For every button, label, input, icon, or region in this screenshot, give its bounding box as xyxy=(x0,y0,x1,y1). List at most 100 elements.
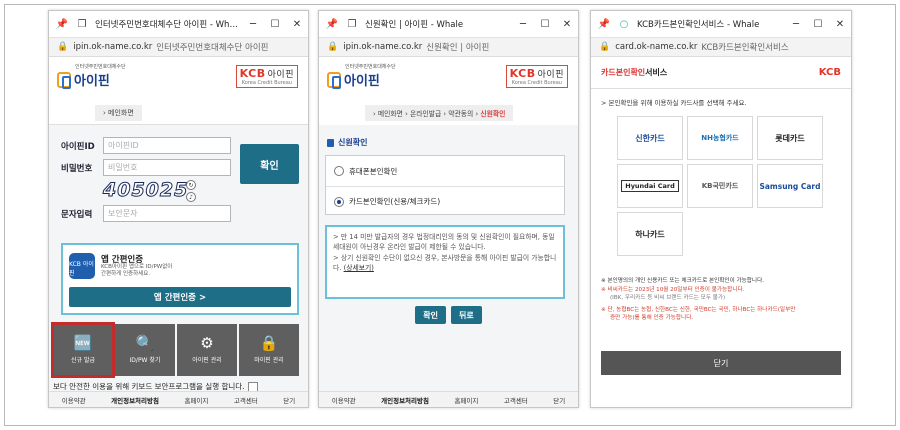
footer-privacy[interactable]: 개인정보처리방침 xyxy=(111,395,159,405)
lock-icon: 🔒 xyxy=(259,334,279,352)
close-button[interactable]: ✕ xyxy=(556,19,578,30)
lock-icon: 🔒 xyxy=(57,42,69,52)
ipin-logo: 아이핀 xyxy=(327,70,396,89)
minimize-button[interactable]: ─ xyxy=(512,19,534,30)
pin-icon[interactable]: 📌 xyxy=(597,17,611,31)
captcha-label: 문자입력 xyxy=(61,209,93,220)
address-bar[interactable]: 🔒 card.ok-name.co.kr KCB카드본인확인서비스 xyxy=(591,37,851,57)
footer-terms[interactable]: 이용약관 xyxy=(332,395,356,405)
card-page-title: 카드본인확인서비스 xyxy=(601,68,668,77)
window-ipin-login: 📌 ❐ 인터넷주민번호대체수단 아이핀 - Whale ─ ☐ ✕ 🔒 ipin… xyxy=(48,10,309,408)
radio-card[interactable] xyxy=(334,196,344,207)
address-bar[interactable]: 🔒 ipin.ok-name.co.kr 신원확인 | 아이핀 xyxy=(319,37,578,57)
kcb-logo: KCB xyxy=(818,67,841,78)
footer-close[interactable]: 닫기 xyxy=(283,395,295,405)
pin-icon[interactable]: 📌 xyxy=(55,17,69,31)
breadcrumb: › 메인화면 › 온라인발급 › 약관동의 › 신원확인 xyxy=(319,101,578,125)
card-close-button[interactable]: 닫기 xyxy=(601,351,841,375)
address-url: card.ok-name.co.kr xyxy=(615,42,698,52)
app-auth-box: KCB 아이핀 앱 간편인증 KCB아이핀 앱으로 ID/PW없이 간편하게 인증… xyxy=(61,243,299,315)
ipin-tagline: 인터넷주민번호대체수단 xyxy=(345,64,396,70)
new-icon: 🆕 xyxy=(73,334,93,352)
maximize-button[interactable]: ☐ xyxy=(807,19,829,30)
footer-links: 이용약관 개인정보처리방침 홈페이지 고객센터 닫기 xyxy=(319,391,578,407)
title-bar: 📌 ❐ 신원확인 | 아이핀 - Whale ─ ☐ ✕ xyxy=(319,11,578,37)
page-content: 인터넷주민번호대체수단 아이핀 KCB 아이핀 Korea Credit Bure… xyxy=(319,57,578,407)
tab-icon: ❐ xyxy=(77,18,87,30)
captcha-refresh-icon[interactable]: ↻ xyxy=(186,180,196,190)
info-box: > 만 14 미만 발급자의 경우 법정대리인의 동의 및 신원확인이 필요하며… xyxy=(325,225,565,299)
footer-privacy[interactable]: 개인정보처리방침 xyxy=(381,395,429,405)
card-lotte[interactable]: 롯데카드 xyxy=(757,116,823,160)
tab-icon: ❐ xyxy=(347,18,357,30)
close-button[interactable]: ✕ xyxy=(286,19,308,30)
card-hyundai[interactable]: Hyundai Card xyxy=(617,164,683,208)
minimize-button[interactable]: ─ xyxy=(242,19,264,30)
page-header: 인터넷주민번호대체수단 아이핀 KCB 아이핀 Korea Credit Bure… xyxy=(319,57,578,101)
maximize-button[interactable]: ☐ xyxy=(264,19,286,30)
footer-home[interactable]: 홈페이지 xyxy=(184,395,208,405)
card-kb[interactable]: KB국민카드 xyxy=(687,164,753,208)
captcha-audio-icon[interactable]: ♪ xyxy=(186,192,196,202)
find-id-pw-button[interactable]: 🔍 ID/PW 찾기 xyxy=(115,324,175,376)
footer-home[interactable]: 홈페이지 xyxy=(454,395,478,405)
footer-support[interactable]: 고객센터 xyxy=(504,395,528,405)
circle-icon: ○ xyxy=(619,18,629,30)
info-minor: > 만 14 미만 발급자의 경우 법정대리인의 동의 및 신원확인이 필요하며… xyxy=(333,233,555,251)
title-bar: 📌 ❐ 인터넷주민번호대체수단 아이핀 - Whale ─ ☐ ✕ xyxy=(49,11,308,37)
footer-close[interactable]: 닫기 xyxy=(553,395,565,405)
ipin-tagline: 인터넷주민번호대체수단 xyxy=(75,64,126,70)
address-url: ipin.ok-name.co.kr xyxy=(73,42,153,52)
title-bar: 📌 ○ KCB카드본인확인서비스 - Whale ─ ☐ ✕ xyxy=(591,11,851,37)
captcha-row: 문자입력 보안문자 xyxy=(61,205,231,222)
address-site-name: 인터넷주민번호대체수단 아이핀 xyxy=(156,43,269,53)
card-header: 카드본인확인서비스 KCB xyxy=(591,57,851,89)
id-row: 아이핀ID 아이핀ID xyxy=(61,137,231,154)
close-button[interactable]: ✕ xyxy=(829,19,851,30)
card-hana[interactable]: 하나카드 xyxy=(617,212,683,256)
card-nh[interactable]: NH농협카드 xyxy=(687,116,753,160)
action-buttons: 확인 뒤로 xyxy=(319,306,578,324)
info-visit: > 상기 신원확인 수단이 없으신 경우, 본사방문을 통해 아이핀 발급이 가… xyxy=(333,254,557,272)
card-shinhan[interactable]: 신한카드 xyxy=(617,116,683,160)
mypin-manage-button[interactable]: 🔒 마이핀 관리 xyxy=(239,324,299,376)
confirm-button[interactable]: 확인 xyxy=(415,306,446,324)
login-confirm-button[interactable]: 확인 xyxy=(240,144,299,184)
captcha-input[interactable]: 보안문자 xyxy=(103,205,231,222)
page-content: 인터넷주민번호대체수단 아이핀 KCB 아이핀 Korea Credit Bure… xyxy=(49,57,308,407)
captcha-image: 405025 xyxy=(103,179,189,202)
window-card-verify: 📌 ○ KCB카드본인확인서비스 - Whale ─ ☐ ✕ 🔒 card.ok… xyxy=(590,10,852,408)
id-input[interactable]: 아이핀ID xyxy=(103,137,231,154)
quick-menu: 🆕 신규 발급 🔍 ID/PW 찾기 ⚙ 아이핀 관리 🔒 마이핀 관리 xyxy=(51,322,299,378)
page-content: 카드본인확인서비스 KCB > 본인확인을 위해 이용하실 카드사를 선택해 주… xyxy=(591,57,851,407)
ipin-logo: 아이핀 xyxy=(57,70,126,89)
card-description: > 본인확인을 위해 이용하실 카드사를 선택해 주세요. xyxy=(601,99,747,107)
option-card[interactable]: 카드본인확인(신용/체크카드) xyxy=(326,186,564,216)
card-samsung[interactable]: Samsung Card xyxy=(757,164,823,208)
breadcrumb: › 메인화면 xyxy=(49,101,308,125)
address-bar[interactable]: 🔒 ipin.ok-name.co.kr 인터넷주민번호대체수단 아이핀 xyxy=(49,37,308,57)
detail-link[interactable]: (상세보기) xyxy=(344,264,374,272)
security-checkbox[interactable] xyxy=(247,381,258,392)
kcb-app-icon: KCB 아이핀 xyxy=(69,253,95,279)
app-auth-button[interactable]: 앱 간편인증 > xyxy=(69,287,291,307)
section-icon xyxy=(327,138,334,147)
address-site-name: KCB카드본인확인서비스 xyxy=(701,43,789,53)
ipin-manage-button[interactable]: ⚙ 아이핀 관리 xyxy=(177,324,237,376)
lock-icon: 🔒 xyxy=(599,42,611,52)
maximize-button[interactable]: ☐ xyxy=(534,19,556,30)
option-phone[interactable]: 휴대폰본인확인 xyxy=(326,156,564,186)
radio-phone[interactable] xyxy=(334,166,344,176)
back-button[interactable]: 뒤로 xyxy=(451,306,482,324)
pw-label: 비밀번호 xyxy=(61,163,93,174)
page-header: 인터넷주민번호대체수단 아이핀 KCB 아이핀 Korea Credit Bure… xyxy=(49,57,308,101)
address-url: ipin.ok-name.co.kr xyxy=(343,42,423,52)
footer-support[interactable]: 고객센터 xyxy=(234,395,258,405)
app-auth-desc: KCB아이핀 앱으로 ID/PW없이 간편하게 인증하세요. xyxy=(101,264,173,277)
pin-icon[interactable]: 📌 xyxy=(325,17,339,31)
minimize-button[interactable]: ─ xyxy=(785,19,807,30)
window-identity: 📌 ❐ 신원확인 | 아이핀 - Whale ─ ☐ ✕ 🔒 ipin.ok-n… xyxy=(318,10,579,408)
pw-input[interactable]: 비밀번호 xyxy=(103,159,231,176)
footer-terms[interactable]: 이용약관 xyxy=(62,395,86,405)
new-issue-button[interactable]: 🆕 신규 발급 xyxy=(51,322,115,378)
